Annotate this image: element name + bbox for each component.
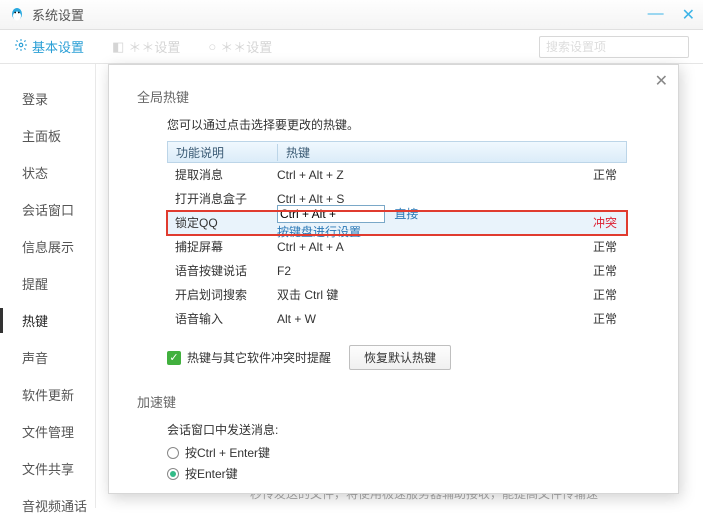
hotkey-row[interactable]: 语音按键说话 F2 正常 [167, 259, 627, 283]
close-button[interactable]: ✕ [682, 5, 695, 25]
accel-sub: 会话窗口中发送消息: [167, 421, 650, 438]
dialog-close-icon[interactable]: ✕ [655, 71, 668, 91]
toolbar: 基本设置 ◧ ＊＊设置 ○ ＊＊设置 搜索设置项 [0, 30, 703, 64]
status-conflict: 冲突 [427, 214, 627, 231]
col-func: 功能说明 [168, 144, 278, 161]
hotkey-row[interactable]: 提取消息 Ctrl + Alt + Z 正常 [167, 163, 627, 187]
sidebar: 登录 主面板 状态 会话窗口 信息展示 提醒 热键 声音 软件更新 文件管理 文… [0, 64, 96, 508]
col-key: 热键 [278, 144, 626, 161]
gear-icon [14, 38, 28, 55]
window-controls: — ✕ [648, 5, 695, 25]
check-icon: ✓ [167, 351, 181, 365]
hotkeys-note: 您可以通过点击选择要更改的热键。 [167, 116, 650, 133]
sidebar-item-fileshare[interactable]: 文件共享 [0, 450, 95, 487]
shield-icon: ◧ [112, 39, 124, 55]
hotkey-table-header: 功能说明 热键 [167, 141, 627, 163]
content-area: 登录 主面板 状态 会话窗口 信息展示 提醒 热键 声音 软件更新 文件管理 文… [0, 64, 703, 508]
radio-icon [167, 447, 179, 459]
conflict-checkbox-label: 热键与其它软件冲突时提醒 [187, 349, 331, 366]
app-icon [8, 6, 26, 24]
hotkey-row-editing[interactable]: 锁定QQ 直接按键盘进行设置 冲突 [167, 211, 627, 235]
tab-secondary[interactable]: ◧ ＊＊设置 [112, 37, 180, 56]
conflict-row: ✓ 热键与其它软件冲突时提醒 恢复默认热键 [167, 345, 650, 370]
search-input[interactable]: 搜索设置项 [539, 36, 689, 58]
global-hotkeys-title: 全局热键 [137, 87, 650, 106]
conflict-checkbox[interactable]: ✓ 热键与其它软件冲突时提醒 [167, 349, 331, 366]
accel-title: 加速键 [137, 392, 650, 411]
hotkey-row[interactable]: 捕捉屏幕 Ctrl + Alt + A 正常 [167, 235, 627, 259]
hotkey-row[interactable]: 语音输入 Alt + W 正常 [167, 307, 627, 331]
tab-tertiary[interactable]: ○ ＊＊设置 [208, 37, 272, 56]
sidebar-item-infodisplay[interactable]: 信息展示 [0, 228, 95, 265]
lock-icon: ○ [208, 39, 216, 54]
restore-defaults-button[interactable]: 恢复默认热键 [349, 345, 451, 370]
radio-enter-label: 按Enter键 [185, 465, 238, 482]
window-title: 系统设置 [32, 5, 84, 24]
hotkey-input[interactable] [277, 205, 385, 223]
sidebar-item-hotkeys[interactable]: 热键 [0, 302, 95, 339]
radio-ctrl-enter-label: 按Ctrl + Enter键 [185, 444, 270, 461]
tab-basic-settings[interactable]: 基本设置 [14, 37, 84, 56]
tab-basic-label: 基本设置 [32, 37, 84, 56]
sidebar-item-chatwindow[interactable]: 会话窗口 [0, 191, 95, 228]
sidebar-item-reminder[interactable]: 提醒 [0, 265, 95, 302]
accelerator-section: 加速键 会话窗口中发送消息: 按Ctrl + Enter键 按Enter键 [137, 392, 650, 482]
sidebar-item-avcall[interactable]: 音视频通话 [0, 487, 95, 524]
search-placeholder: 搜索设置项 [546, 38, 606, 55]
titlebar: 系统设置 — ✕ [0, 0, 703, 30]
sidebar-item-mainpanel[interactable]: 主面板 [0, 117, 95, 154]
minimize-button[interactable]: — [648, 5, 664, 25]
sidebar-item-update[interactable]: 软件更新 [0, 376, 95, 413]
sidebar-item-sound[interactable]: 声音 [0, 339, 95, 376]
sidebar-item-filemanage[interactable]: 文件管理 [0, 413, 95, 450]
radio-ctrl-enter[interactable]: 按Ctrl + Enter键 [167, 444, 650, 461]
radio-icon [167, 468, 179, 480]
hotkey-table: 功能说明 热键 提取消息 Ctrl + Alt + Z 正常 打开消息盒子 Ct… [167, 141, 627, 331]
sidebar-item-status[interactable]: 状态 [0, 154, 95, 191]
radio-enter[interactable]: 按Enter键 [167, 465, 650, 482]
hotkeys-dialog: ✕ 全局热键 您可以通过点击选择要更改的热键。 功能说明 热键 提取消息 Ctr… [108, 64, 679, 494]
hotkey-row[interactable]: 开启划词搜索 双击 Ctrl 键 正常 [167, 283, 627, 307]
sidebar-item-login[interactable]: 登录 [0, 80, 95, 117]
